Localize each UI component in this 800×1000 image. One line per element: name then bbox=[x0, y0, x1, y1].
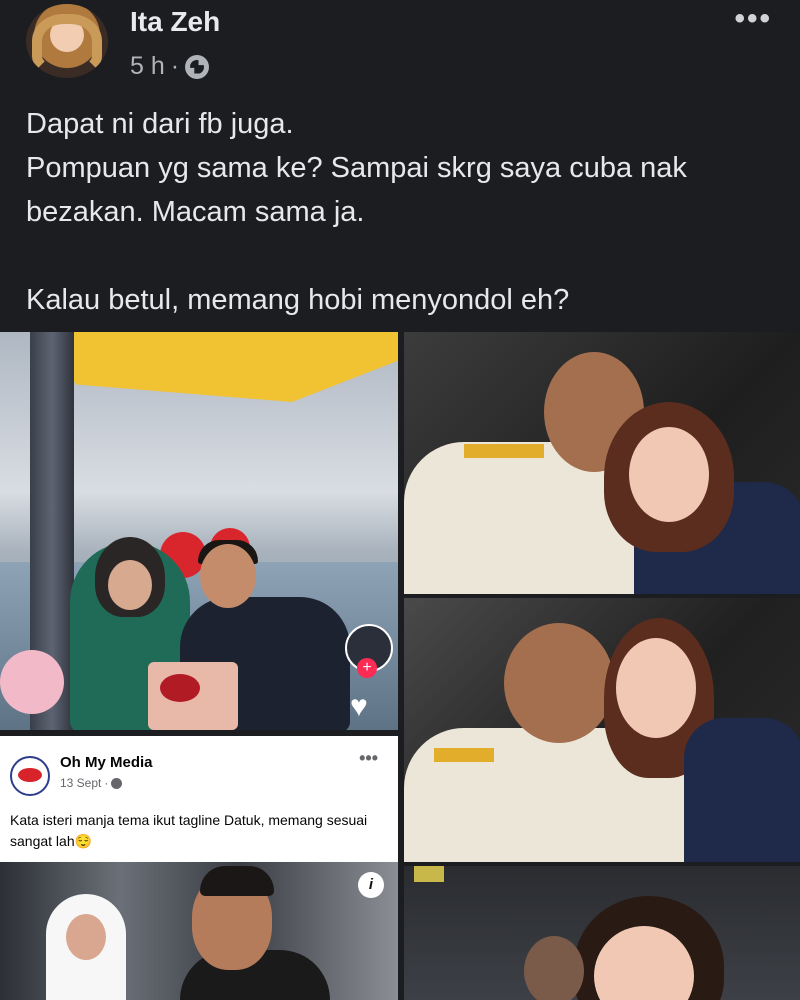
page-logo[interactable] bbox=[10, 756, 50, 796]
photo-car-selfie-2[interactable] bbox=[404, 598, 800, 862]
meta-separator: · bbox=[170, 52, 180, 80]
shared-date[interactable]: 13 Sept bbox=[60, 776, 101, 790]
post-text: Dapat ni dari fb juga. Pompuan yg sama k… bbox=[26, 102, 786, 322]
post-line-1: Dapat ni dari fb juga. bbox=[26, 108, 294, 140]
shared-separator: · bbox=[104, 776, 109, 790]
photo-car-selfie-3[interactable] bbox=[404, 866, 800, 1000]
shared-meta: 13 Sept · bbox=[60, 776, 123, 790]
globe-icon bbox=[185, 54, 210, 79]
heart-icon[interactable]: ♥ bbox=[350, 692, 384, 722]
post-meta: 5 h · bbox=[130, 52, 210, 81]
info-icon[interactable]: i bbox=[358, 872, 384, 898]
post-line-2: Pompuan yg sama ke? Sampai skrg saya cub… bbox=[26, 152, 687, 228]
post-time[interactable]: 5 h bbox=[130, 52, 165, 81]
globe-icon bbox=[111, 777, 123, 789]
photo-boat-couple[interactable]: + ♥ bbox=[0, 332, 398, 730]
more-options-button[interactable]: ••• bbox=[734, 2, 772, 36]
shared-caption: Kata isteri manja tema ikut tagline Datu… bbox=[10, 812, 368, 849]
post-line-3: Kalau betul, memang hobi menyondol eh? bbox=[26, 284, 570, 316]
photo-car-selfie-1[interactable] bbox=[404, 332, 800, 594]
shared-more-button[interactable]: ••• bbox=[359, 748, 378, 769]
shared-page-name[interactable]: Oh My Media bbox=[60, 754, 153, 771]
shared-post-card[interactable]: Oh My Media 13 Sept · ••• Kata isteri ma… bbox=[0, 736, 398, 1000]
author-name[interactable]: Ita Zeh bbox=[130, 6, 220, 38]
post-header: Ita Zeh 5 h · ••• bbox=[0, 0, 800, 90]
follow-plus-icon[interactable]: + bbox=[357, 658, 377, 678]
author-avatar[interactable] bbox=[26, 4, 108, 78]
